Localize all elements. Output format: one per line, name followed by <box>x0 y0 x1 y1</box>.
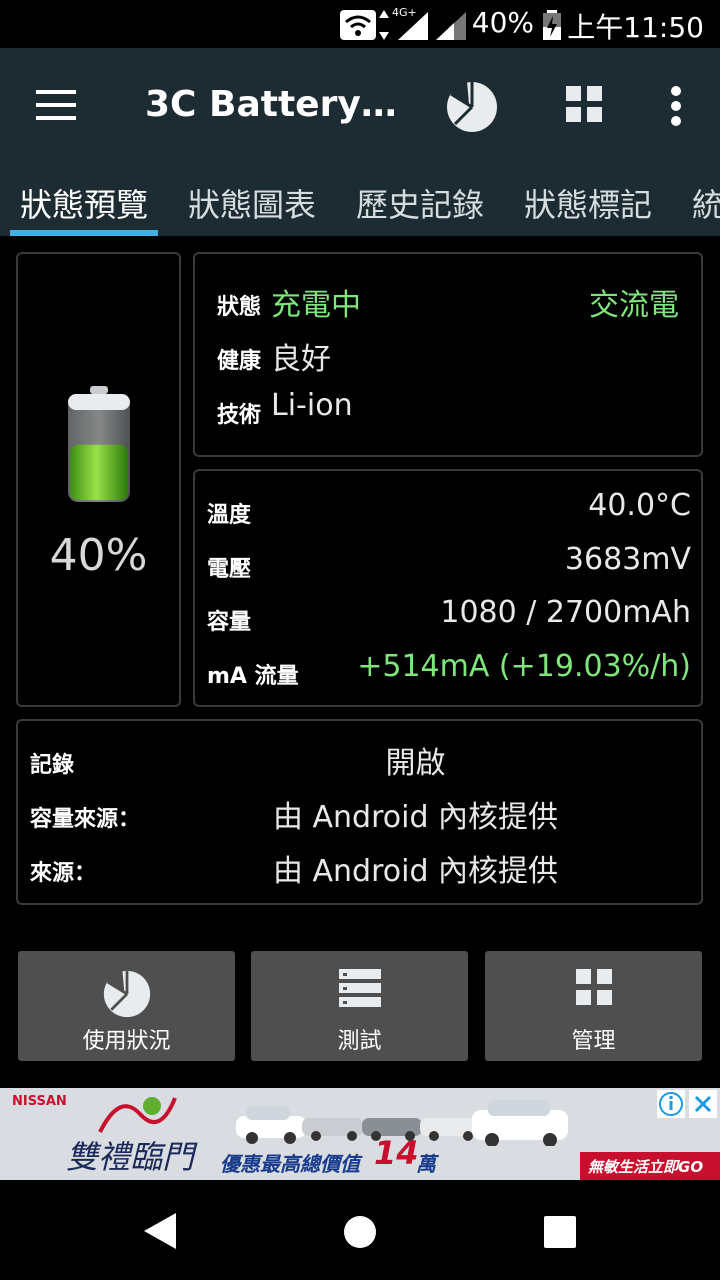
ad-headline: 雙禮臨門 <box>66 1138 195 1176</box>
ad-tagline: 優惠最高總價值 <box>220 1152 360 1176</box>
voltage-label: 電壓 <box>207 557 252 582</box>
log-value: 開啟 <box>385 746 446 781</box>
signal-icon <box>398 12 428 40</box>
battery-level-icon <box>68 386 130 502</box>
ad-info-icon[interactable] <box>657 1090 685 1118</box>
state-value: 充電中 <box>271 288 361 323</box>
home-icon[interactable] <box>343 1215 377 1249</box>
temperature-value: 40.0°C <box>588 488 691 523</box>
manage-button[interactable]: 管理 <box>485 951 702 1061</box>
technology-value: Li-ion <box>271 388 353 423</box>
ad-banner[interactable]: NISSAN 雙禮臨門 優惠最高總價值 14 萬 無敏生活立即GO <box>0 1088 720 1180</box>
test-button-label: 測試 <box>337 1029 382 1054</box>
voltage-value: 3683mV <box>564 542 691 577</box>
tab-markers[interactable]: 狀態標記 <box>524 180 652 226</box>
current-flow-value: +514mA (+19.03%/h) <box>357 649 691 684</box>
grid-view-icon[interactable] <box>566 86 602 122</box>
app-title: 3C Battery… <box>145 84 397 125</box>
more-options-icon[interactable] <box>670 86 682 126</box>
pie-chart-icon[interactable] <box>445 80 499 134</box>
signal-2-icon <box>436 12 466 40</box>
tab-history[interactable]: 歷史記錄 <box>356 180 484 226</box>
recents-icon[interactable] <box>544 1216 576 1248</box>
battery-percent: 40% <box>471 6 534 39</box>
capacity-source-value: 由 Android 內核提供 <box>272 800 559 835</box>
ad-close-icon[interactable] <box>689 1090 717 1118</box>
data-arrows-icon <box>379 10 389 40</box>
capacity-label: 容量 <box>207 610 252 635</box>
server-list-icon <box>338 969 381 1007</box>
navigation-bar <box>0 1180 720 1280</box>
ad-cta: 無敏生活立即GO <box>588 1158 704 1176</box>
back-icon[interactable] <box>142 1213 178 1249</box>
tab-charts[interactable]: 狀態圖表 <box>188 180 316 226</box>
status-card: 狀態 充電中 交流電 健康 良好 技術 Li-ion <box>193 252 703 457</box>
temperature-label: 溫度 <box>207 503 252 528</box>
metrics-card: 溫度 40.0°C 電壓 3683mV 容量 1080 / 2700mAh mA… <box>193 469 703 707</box>
tab-statistics[interactable]: 統 <box>692 180 720 226</box>
app-bar: 3C Battery… <box>0 48 720 164</box>
ribbon-icon <box>98 1097 177 1133</box>
battery-percent-large: 40% <box>49 530 148 581</box>
manage-button-label: 管理 <box>571 1029 616 1054</box>
menu-icon[interactable] <box>36 90 76 120</box>
tab-overview[interactable]: 狀態預覽 <box>20 180 148 226</box>
source-value: 由 Android 內核提供 <box>272 854 559 889</box>
battery-charging-icon <box>543 10 561 40</box>
tab-indicator <box>10 230 158 236</box>
current-flow-label: mA 流量 <box>207 664 299 689</box>
test-button[interactable]: 測試 <box>251 951 468 1061</box>
tab-bar: 狀態預覽 狀態圖表 歷史記錄 狀態標記 統 <box>0 164 720 236</box>
ad-amount-unit: 萬 <box>416 1152 436 1176</box>
grid-view-icon <box>575 969 612 1005</box>
battery-card: 40% <box>16 252 181 707</box>
power-source: 交流電 <box>589 288 679 323</box>
status-bar: 4G+ 40% 上午11:50 <box>0 0 720 48</box>
state-label: 狀態 <box>217 295 262 320</box>
usage-button-label: 使用狀況 <box>82 1029 171 1054</box>
ad-brand: NISSAN <box>12 1094 67 1109</box>
log-card: 記錄 開啟 容量來源： 由 Android 內核提供 來源： 由 Android… <box>16 719 703 905</box>
clock: 上午11:50 <box>567 11 704 44</box>
health-label: 健康 <box>217 349 262 374</box>
technology-label: 技術 <box>217 403 262 428</box>
health-value: 良好 <box>271 342 331 377</box>
usage-button[interactable]: 使用狀況 <box>18 951 235 1061</box>
wifi-icon <box>340 10 376 40</box>
cars-image <box>236 1100 568 1146</box>
capacity-value: 1080 / 2700mAh <box>440 595 691 630</box>
pie-chart-icon <box>103 969 150 1018</box>
